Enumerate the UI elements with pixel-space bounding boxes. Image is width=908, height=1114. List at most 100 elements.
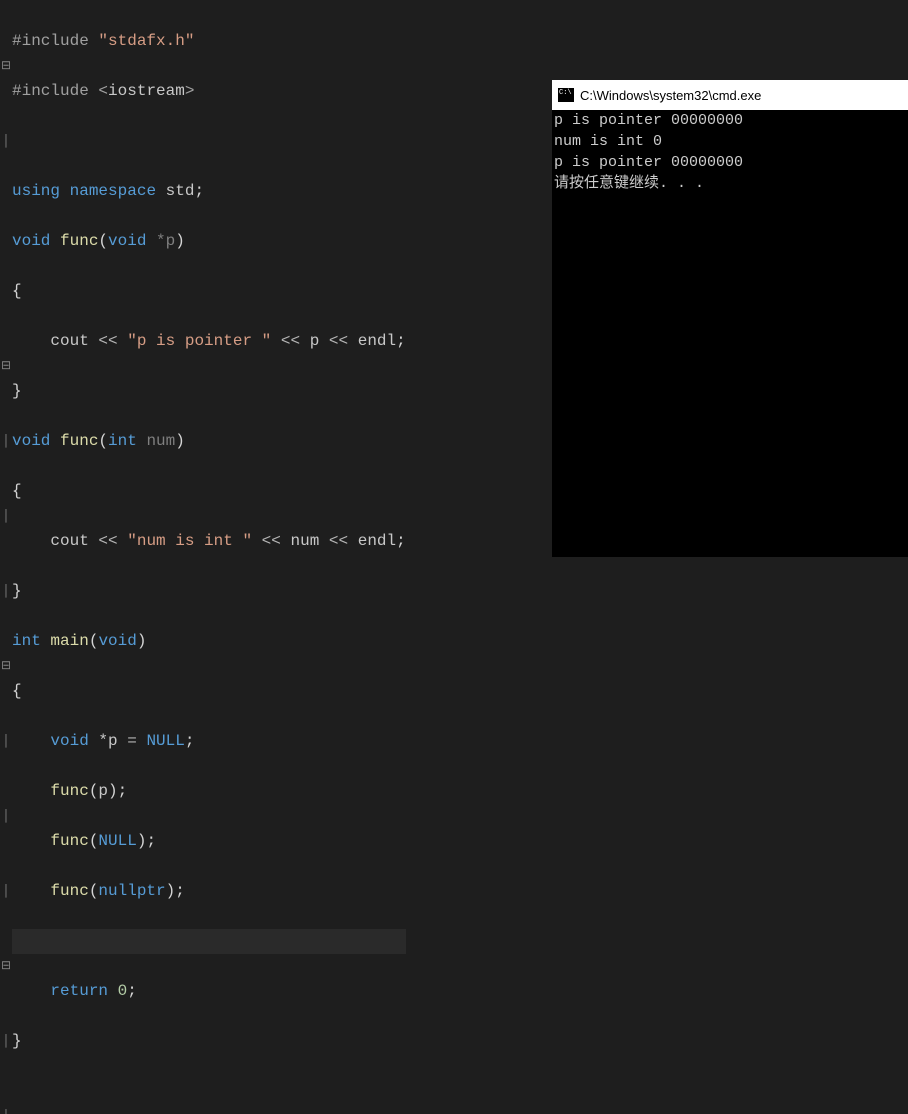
fold-icon[interactable]: ⊟	[0, 654, 12, 679]
lbrace: {	[12, 282, 22, 300]
operator: <<	[98, 532, 117, 550]
header-name: iostream	[108, 82, 185, 100]
lparen: (	[98, 432, 108, 450]
identifier: endl	[358, 532, 396, 550]
fold-icon[interactable]: ⊟	[0, 354, 12, 379]
console-output[interactable]: p is pointer 00000000 num is int 0 p is …	[552, 110, 908, 557]
semicolon: ;	[396, 532, 406, 550]
keyword: nullptr	[98, 882, 165, 900]
cmd-icon	[558, 88, 574, 102]
code-line[interactable]: using namespace std;	[12, 179, 406, 204]
code-line[interactable]: #include "stdafx.h"	[12, 29, 406, 54]
function-call: func	[50, 782, 88, 800]
code-line[interactable]: func(p);	[12, 779, 406, 804]
code-line[interactable]: {	[12, 279, 406, 304]
code-editor[interactable]: ⊟ │ ⊟ │ │ │ ⊟ │ │ │ ⊟ │ │ │ │ │ │ │ │ #i…	[0, 0, 552, 557]
keyword: void	[98, 632, 136, 650]
fold-bar	[0, 279, 12, 304]
code-line[interactable]: void *p = NULL;	[12, 729, 406, 754]
rbrace: }	[12, 582, 22, 600]
semicolon: ;	[127, 982, 137, 1000]
fold-bar: │	[0, 504, 12, 529]
semicolon: ;	[396, 332, 406, 350]
semicolon: ;	[194, 182, 204, 200]
fold-bar: │	[0, 729, 12, 754]
preproc: #include	[12, 82, 89, 100]
function-name: func	[60, 232, 98, 250]
keyword: namespace	[70, 182, 156, 200]
console-titlebar[interactable]: C:\Windows\system32\cmd.exe	[552, 80, 908, 110]
code-line[interactable]: }	[12, 579, 406, 604]
rparen: )	[137, 832, 147, 850]
namespace: std	[166, 182, 195, 200]
operator: <<	[281, 332, 300, 350]
fold-bar: │	[0, 879, 12, 904]
code-line[interactable]: #include <iostream>	[12, 79, 406, 104]
semicolon: ;	[146, 832, 156, 850]
string-literal: "num is int "	[127, 532, 252, 550]
console-line: p is pointer 00000000	[554, 112, 743, 129]
param: *p	[156, 232, 175, 250]
fold-bar: │	[0, 1104, 12, 1114]
preproc: #include	[12, 32, 89, 50]
code-line[interactable]: }	[12, 379, 406, 404]
identifier: num	[290, 532, 319, 550]
identifier: p	[98, 782, 108, 800]
semicolon: ;	[118, 782, 128, 800]
rparen: )	[175, 432, 185, 450]
code-line[interactable]: }	[12, 1029, 406, 1054]
lparen: (	[89, 632, 99, 650]
angle-gt: >	[185, 82, 195, 100]
fold-bar: │	[0, 1029, 12, 1054]
rbrace: }	[12, 382, 22, 400]
operator: <<	[98, 332, 117, 350]
semicolon: ;	[175, 882, 185, 900]
code-line[interactable]	[12, 129, 406, 154]
identifier: cout	[50, 332, 88, 350]
keyword: void	[12, 232, 50, 250]
rbrace: }	[12, 1032, 22, 1050]
angle-lt: <	[98, 82, 108, 100]
identifier: p	[310, 332, 320, 350]
code-line[interactable]: {	[12, 679, 406, 704]
code-line[interactable]: cout << "p is pointer " << p << endl;	[12, 329, 406, 354]
code-line-current[interactable]	[12, 929, 406, 954]
identifier: endl	[358, 332, 396, 350]
console-window[interactable]: C:\Windows\system32\cmd.exe p is pointer…	[552, 80, 908, 557]
operator: <<	[329, 532, 348, 550]
fold-bar: │	[0, 429, 12, 454]
console-line: num is int 0	[554, 133, 662, 150]
rparen: )	[175, 232, 185, 250]
code-line[interactable]: void func(int num)	[12, 429, 406, 454]
function-call: func	[50, 882, 88, 900]
function-name: main	[50, 632, 88, 650]
fold-bar: │	[0, 579, 12, 604]
code-line[interactable]: return 0;	[12, 979, 406, 1004]
lparen: (	[98, 232, 108, 250]
code-line[interactable]: func(NULL);	[12, 829, 406, 854]
fold-icon[interactable]: ⊟	[0, 954, 12, 979]
code-line[interactable]: cout << "num is int " << num << endl;	[12, 529, 406, 554]
lbrace: {	[12, 482, 22, 500]
fold-bar: │	[0, 129, 12, 154]
lparen: (	[89, 782, 99, 800]
rparen: )	[166, 882, 176, 900]
code-line[interactable]: void func(void *p)	[12, 229, 406, 254]
operator: <<	[262, 532, 281, 550]
code-line[interactable]: {	[12, 479, 406, 504]
rparen: )	[137, 632, 147, 650]
macro: NULL	[146, 732, 184, 750]
operator: <<	[329, 332, 348, 350]
lparen: (	[89, 882, 99, 900]
fold-icon[interactable]: ⊟	[0, 54, 12, 79]
code-line[interactable]: func(nullptr);	[12, 879, 406, 904]
console-title-text: C:\Windows\system32\cmd.exe	[580, 88, 761, 103]
function-call: func	[50, 832, 88, 850]
semicolon: ;	[185, 732, 195, 750]
string-literal: "stdafx.h"	[98, 32, 194, 50]
code-line[interactable]: int main(void)	[12, 629, 406, 654]
lbrace: {	[12, 682, 22, 700]
code-area[interactable]: #include "stdafx.h" #include <iostream> …	[12, 4, 406, 1104]
macro: NULL	[98, 832, 136, 850]
keyword: using	[12, 182, 60, 200]
